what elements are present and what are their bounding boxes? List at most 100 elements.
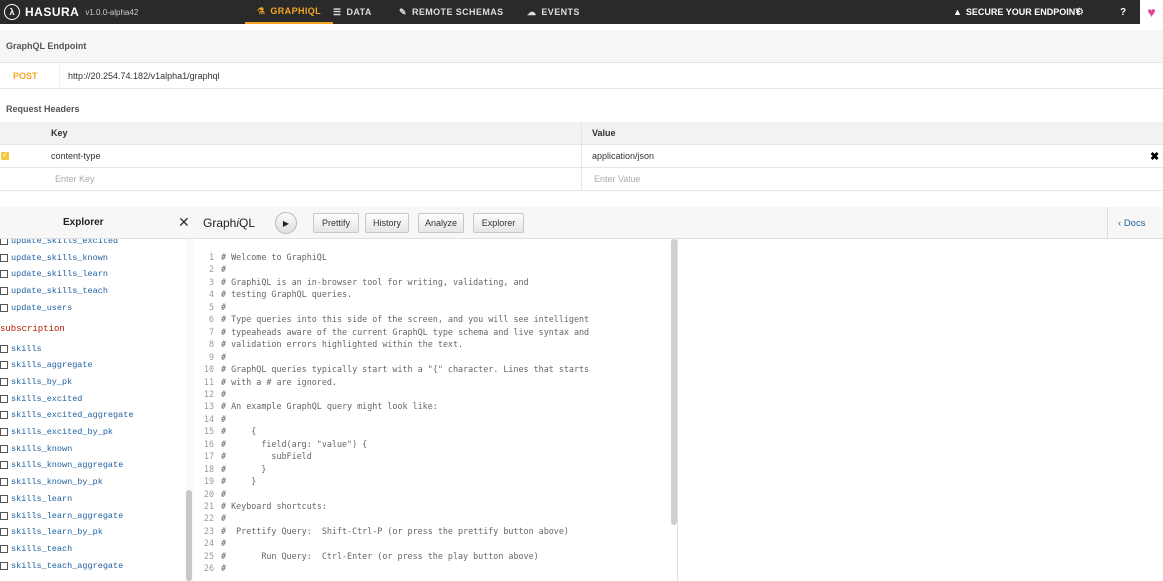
line-content: # Welcome to GraphiQL (221, 252, 327, 262)
checkbox-icon[interactable] (0, 461, 8, 470)
new-value-input[interactable]: Enter Value (594, 174, 640, 184)
line-content: # (221, 388, 227, 399)
checkbox-icon[interactable] (0, 377, 8, 386)
explorer-field[interactable]: skills_aggregate (0, 358, 93, 372)
explorer-field[interactable]: skills_known_by_pk (0, 475, 103, 489)
tab-events[interactable]: ☁ EVENTS (527, 0, 580, 24)
explorer-field[interactable]: update_skills_teach (0, 284, 108, 298)
endpoint-section-label[interactable]: GraphQL Endpoint (0, 30, 1163, 62)
explorer-button[interactable]: Explorer (473, 213, 524, 233)
tab-graphiql[interactable]: ⚗ GRAPHIQL (245, 0, 333, 24)
checkbox-icon[interactable] (0, 394, 8, 403)
database-icon: ☰ (333, 6, 342, 17)
line-content: # GraphiQL is an in-browser tool for wri… (221, 276, 529, 287)
analyze-button[interactable]: Analyze (418, 213, 464, 233)
line-content: # (221, 538, 227, 549)
help-button[interactable]: ? (1120, 0, 1126, 24)
explorer-field[interactable]: skills_teach (0, 542, 72, 556)
explorer-field[interactable]: skills_known (0, 442, 72, 456)
explorer-field[interactable]: skills_excited (0, 392, 82, 406)
header-enabled-checkbox[interactable]: ✓ (1, 152, 9, 160)
checkbox-icon[interactable] (0, 239, 8, 245)
run-query-button[interactable]: ▶ (275, 212, 297, 234)
tab-data[interactable]: ☰ DATA (333, 0, 372, 24)
checkbox-icon[interactable] (0, 253, 8, 262)
checkbox-icon[interactable] (0, 411, 8, 420)
column-divider (581, 122, 582, 144)
prettify-button[interactable]: Prettify (313, 213, 359, 233)
checkbox-icon[interactable] (0, 303, 8, 312)
checkbox-icon[interactable] (0, 444, 8, 453)
line-number: 4 (208, 289, 214, 300)
play-icon: ▶ (282, 218, 290, 228)
heart-icon[interactable]: ♥ (1140, 0, 1163, 24)
checkbox-icon[interactable] (0, 528, 8, 537)
explorer-field[interactable]: skills_by_pk (0, 375, 72, 389)
explorer-field[interactable]: skills_learn_aggregate (0, 509, 123, 523)
explorer-field[interactable]: skills_excited_aggregate (0, 408, 133, 422)
docs-button[interactable]: ‹ Docs (1118, 218, 1145, 229)
line-number: 2 (208, 264, 214, 275)
warning-icon: ▲ (953, 7, 962, 17)
explorer-scroll-thumb[interactable] (186, 490, 192, 581)
new-key-input[interactable]: Enter Key (55, 174, 95, 184)
checkbox-icon[interactable] (0, 544, 8, 553)
explorer-field[interactable]: update_skills_learn (0, 267, 108, 281)
remove-header-icon[interactable]: ✖ (1150, 150, 1159, 163)
headers-table-head: Key Value (0, 122, 1163, 145)
explorer-field[interactable]: skills_known_aggregate (0, 458, 123, 472)
cloud-icon: ☁ (527, 6, 537, 17)
checkbox-icon[interactable] (0, 478, 8, 487)
editor-scrollbar[interactable] (671, 239, 677, 525)
line-content: # { (221, 426, 257, 437)
explorer-field[interactable]: skills (0, 342, 42, 356)
line-content: # with a # are ignored. (221, 376, 337, 387)
header-key-input[interactable]: content-type (51, 151, 101, 161)
explorer-field[interactable]: update_skills_excited (0, 239, 118, 248)
checkbox-icon[interactable] (0, 561, 8, 570)
checkbox-icon[interactable] (0, 361, 8, 370)
checkbox-icon[interactable] (0, 428, 8, 436)
tab-remote-schemas[interactable]: ✎ REMOTE SCHEMAS (399, 0, 504, 24)
field-label: skills_learn_aggregate (11, 510, 124, 521)
line-content: # (221, 301, 227, 312)
settings-gear-icon[interactable]: ⚙ (1075, 0, 1084, 24)
checkbox-icon[interactable] (0, 344, 8, 353)
line-content: # } (221, 476, 257, 487)
line-content: # typeaheads aware of the current GraphQ… (221, 326, 590, 337)
checkbox-icon[interactable] (0, 287, 8, 296)
line-content: # An example GraphQL query might look li… (221, 401, 438, 412)
endpoint-row: POST http://20.254.74.182/v1alpha1/graph… (0, 62, 1163, 89)
explorer-field[interactable]: skills_excited_by_pk (0, 425, 113, 439)
field-label: skills_excited_aggregate (11, 410, 134, 421)
line-number: 6 (208, 314, 214, 325)
checkbox-icon[interactable] (0, 270, 8, 279)
explorer-field[interactable]: update_skills_known (0, 251, 108, 265)
header-value-input[interactable]: application/json (592, 151, 654, 161)
checkbox-icon[interactable] (0, 511, 8, 520)
line-number: 3 (208, 276, 214, 287)
line-content: # (221, 413, 227, 424)
line-number: 7 (208, 326, 214, 337)
checkbox-icon[interactable] (0, 494, 8, 503)
header-row: ✓ content-type application/json ✖ (0, 145, 1163, 168)
explorer-field[interactable]: skills_learn_by_pk (0, 525, 103, 539)
line-number: 20 (203, 488, 214, 499)
endpoint-url-input[interactable]: http://20.254.74.182/v1alpha1/graphql (60, 71, 220, 81)
query-editor[interactable]: 1 # Welcome to GraphiQL 2 #3 # GraphiQL is a… (194, 239, 678, 581)
plug-icon: ✎ (399, 6, 407, 17)
brand[interactable]: λ HASURA v1.0.0-alpha42 (0, 0, 138, 24)
hasura-logo-icon: λ (4, 4, 20, 20)
close-icon[interactable]: ✕ (178, 214, 190, 231)
subscription-label: subscription (0, 323, 65, 334)
headers-section-label[interactable]: Request Headers (0, 95, 1163, 122)
explorer-field[interactable]: skills_learn (0, 492, 72, 506)
secure-endpoint-link[interactable]: ▲ SECURE YOUR ENDPOINT (953, 0, 1081, 24)
line-content: # (221, 563, 227, 574)
field-label: skills_known_aggregate (11, 460, 124, 471)
explorer-field[interactable]: update_users (0, 301, 72, 315)
history-button[interactable]: History (365, 213, 409, 233)
explorer-field[interactable]: skills_teach_aggregate (0, 559, 123, 573)
tab-label: DATA (346, 7, 372, 17)
line-number: 12 (203, 388, 214, 399)
